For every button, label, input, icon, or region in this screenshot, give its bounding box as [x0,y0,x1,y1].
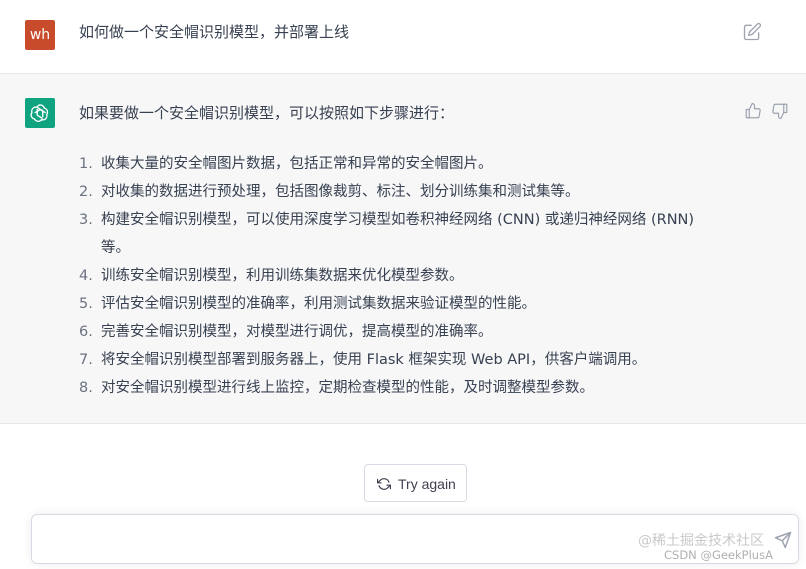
try-again-button[interactable]: Try again [364,464,467,502]
step-text: 收集大量的安全帽图片数据，包括正常和异常的安全帽图片。 [101,156,493,172]
list-item: 7. 将安全帽识别模型部署到服务器上，使用 Flask 框架实现 Web API… [79,346,719,374]
step-number: 1. [79,156,93,172]
step-text: 对安全帽识别模型进行线上监控，定期检查模型的性能，及时调整模型参数。 [101,380,594,396]
assistant-avatar [25,98,55,128]
watermark-csdn: CSDN @GeekPlusA [664,548,773,562]
step-number: 6. [79,324,93,340]
step-number: 2. [79,184,93,200]
list-item: 3. 构建安全帽识别模型，可以使用深度学习模型如卷积神经网络 (CNN) 或递归… [79,206,719,262]
step-text: 将安全帽识别模型部署到服务器上，使用 Flask 框架实现 Web API，供客… [101,352,647,368]
thumbs-down-icon[interactable] [771,102,789,120]
step-number: 8. [79,380,93,396]
step-number: 5. [79,296,93,312]
watermark-juejin: @稀土掘金技术社区 [638,533,764,549]
list-item: 6. 完善安全帽识别模型，对模型进行调优，提高模型的准确率。 [79,318,719,346]
user-message-text: 如何做一个安全帽识别模型，并部署上线 [79,23,350,41]
step-text: 构建安全帽识别模型，可以使用深度学习模型如卷积神经网络 (CNN) 或递归神经网… [101,212,695,256]
refresh-icon [377,478,391,490]
assistant-message: 如果要做一个安全帽识别模型，可以按照如下步骤进行： 1. 收集大量的安全帽图片数… [0,74,806,424]
edit-icon[interactable] [742,22,762,42]
try-again-label: Try again [398,476,456,492]
step-number: 7. [79,352,93,368]
thumbs-up-icon[interactable] [744,102,762,120]
list-item: 5. 评估安全帽识别模型的准确率，利用测试集数据来验证模型的性能。 [79,290,719,318]
step-text: 对收集的数据进行预处理，包括图像裁剪、标注、划分训练集和测试集等。 [101,184,580,200]
send-icon[interactable] [774,531,792,549]
list-item: 1. 收集大量的安全帽图片数据，包括正常和异常的安全帽图片。 [79,150,719,178]
list-item: 2. 对收集的数据进行预处理，包括图像裁剪、标注、划分训练集和测试集等。 [79,178,719,206]
step-number: 4. [79,268,93,284]
user-message: wh 如何做一个安全帽识别模型，并部署上线 [0,0,806,74]
user-avatar: wh [25,20,55,50]
openai-logo-icon [30,104,49,122]
list-item: 4. 训练安全帽识别模型，利用训练集数据来优化模型参数。 [79,262,719,290]
steps-list: 1. 收集大量的安全帽图片数据，包括正常和异常的安全帽图片。 2. 对收集的数据… [79,150,719,402]
step-text: 训练安全帽识别模型，利用训练集数据来优化模型参数。 [101,268,464,284]
step-text: 完善安全帽识别模型，对模型进行调优，提高模型的准确率。 [101,324,493,340]
step-text: 评估安全帽识别模型的准确率，利用测试集数据来验证模型的性能。 [101,296,536,312]
step-number: 3. [79,212,93,228]
assistant-intro: 如果要做一个安全帽识别模型，可以按照如下步骤进行： [79,104,455,122]
list-item: 8. 对安全帽识别模型进行线上监控，定期检查模型的性能，及时调整模型参数。 [79,374,719,402]
